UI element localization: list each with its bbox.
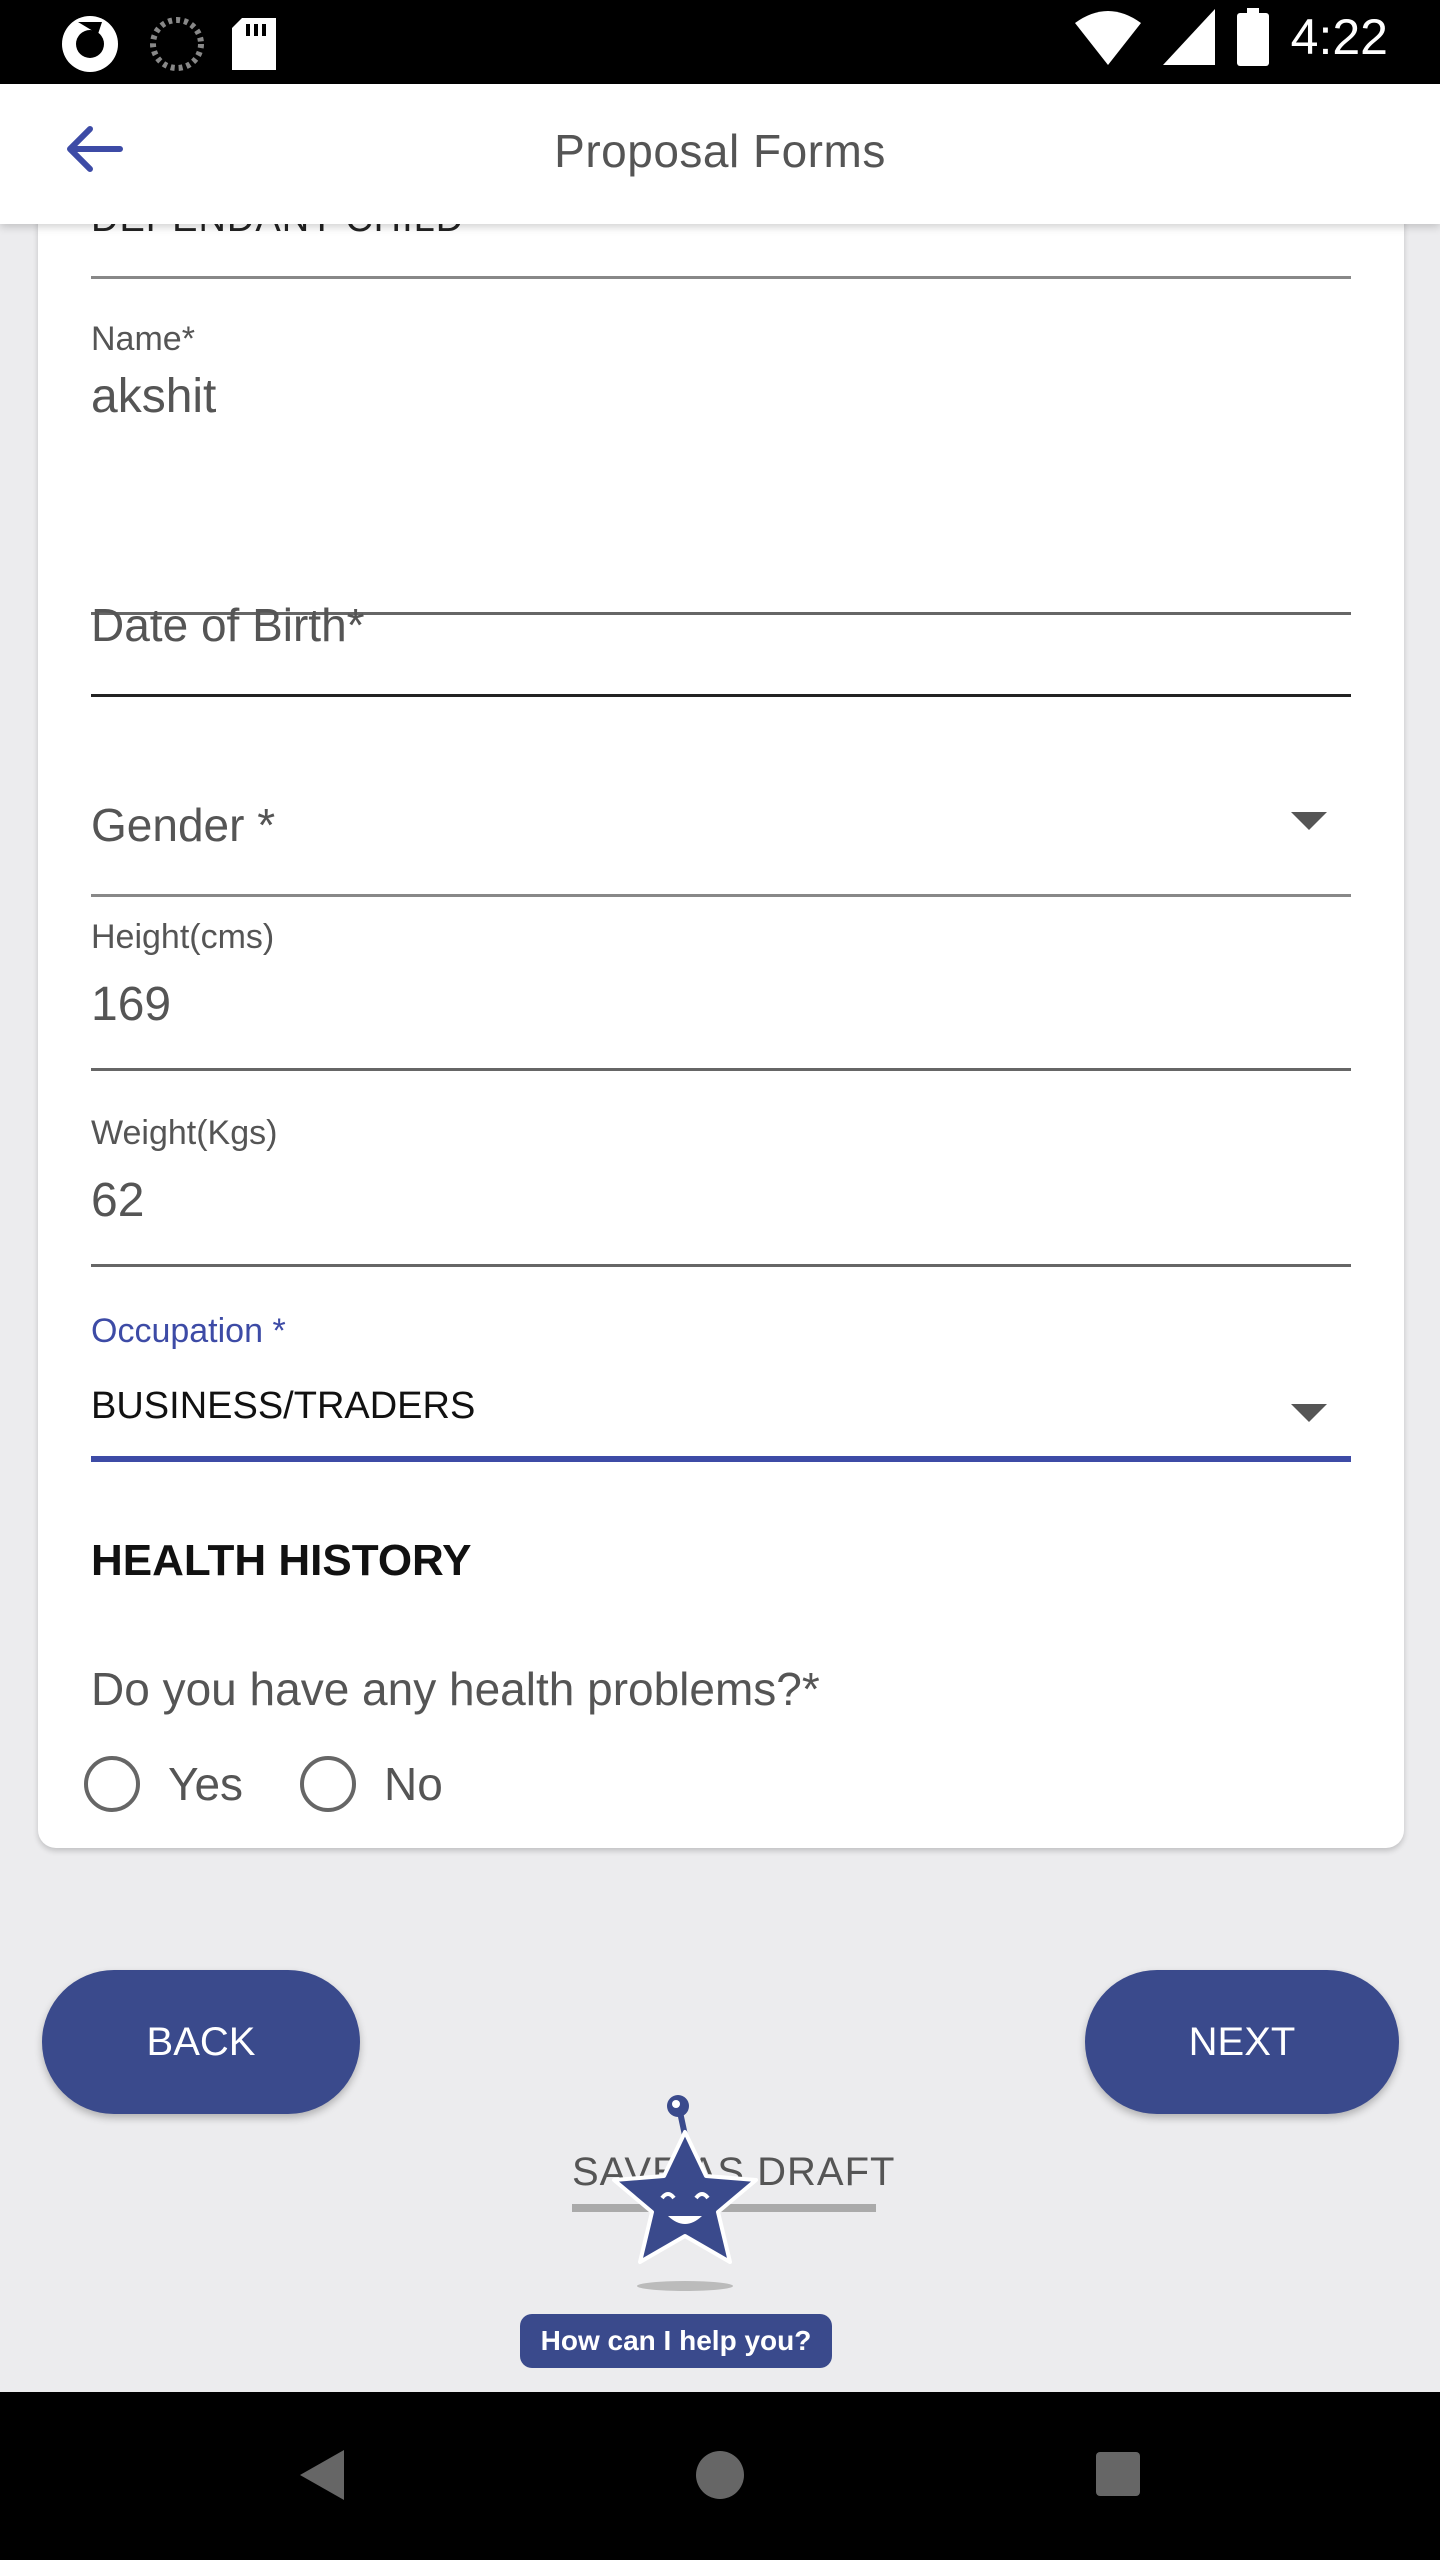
radio-yes-label: Yes bbox=[168, 1758, 244, 1810]
sync-icon bbox=[62, 16, 118, 72]
status-bar: 4:22 bbox=[0, 0, 1440, 84]
health-question: Do you have any health problems?* bbox=[91, 1663, 820, 1715]
battery-icon bbox=[1236, 8, 1269, 66]
radio-no[interactable]: No bbox=[300, 1756, 443, 1812]
weight-label: Weight(Kgs) bbox=[91, 1114, 278, 1152]
app-bar: Proposal Forms bbox=[0, 84, 1440, 224]
relationship-underline bbox=[91, 276, 1351, 279]
loading-icon bbox=[150, 17, 204, 71]
weight-input[interactable]: 62 bbox=[91, 1173, 1351, 1228]
chevron-down-icon bbox=[1291, 1404, 1327, 1422]
proposal-form-card: DEPENDANT CHILD Name* akshit Date of Bir… bbox=[38, 180, 1404, 1848]
height-field[interactable]: Height(cms) 169 bbox=[91, 918, 1351, 1078]
wifi-icon bbox=[1074, 11, 1141, 65]
gender-select[interactable]: Gender * bbox=[91, 798, 1351, 898]
nav-back-icon[interactable] bbox=[300, 2450, 344, 2500]
back-button[interactable]: BACK bbox=[42, 1970, 360, 2114]
occupation-select[interactable]: Occupation * BUSINESS/TRADERS bbox=[91, 1312, 1351, 1462]
save-as-draft[interactable]: SAVE AS DRAFT How can I help you? bbox=[520, 2090, 940, 2370]
signal-icon bbox=[1162, 9, 1215, 65]
system-nav-bar bbox=[0, 2392, 1440, 2560]
gender-placeholder: Gender * bbox=[91, 799, 276, 851]
radio-yes[interactable]: Yes bbox=[84, 1756, 243, 1812]
nav-home-icon[interactable] bbox=[695, 2450, 745, 2500]
next-button[interactable]: NEXT bbox=[1085, 1970, 1399, 2114]
star-mascot-icon[interactable] bbox=[610, 2090, 760, 2300]
occupation-label: Occupation * bbox=[91, 1312, 286, 1350]
occupation-value: BUSINESS/TRADERS bbox=[91, 1385, 476, 1427]
chevron-down-icon bbox=[1291, 812, 1327, 830]
page-title: Proposal Forms bbox=[554, 125, 886, 177]
weight-field[interactable]: Weight(Kgs) 62 bbox=[91, 1114, 1351, 1274]
sd-card-icon bbox=[232, 18, 276, 70]
health-history-heading: HEALTH HISTORY bbox=[91, 1536, 472, 1585]
date-of-birth-field[interactable]: Date of Birth* bbox=[91, 598, 1351, 698]
radio-no-circle[interactable] bbox=[300, 1756, 356, 1812]
name-label: Name* bbox=[91, 320, 195, 358]
date-of-birth-placeholder: Date of Birth* bbox=[91, 599, 365, 651]
name-input[interactable]: akshit bbox=[91, 369, 1351, 424]
status-time: 4:22 bbox=[1290, 9, 1388, 65]
height-input[interactable]: 169 bbox=[91, 977, 1351, 1032]
nav-recents-icon[interactable] bbox=[1096, 2452, 1140, 2496]
help-chat-button[interactable]: How can I help you? bbox=[520, 2314, 832, 2368]
radio-yes-circle[interactable] bbox=[84, 1756, 140, 1812]
radio-no-label: No bbox=[384, 1758, 443, 1810]
name-field[interactable]: Name* akshit bbox=[91, 320, 1351, 615]
height-label: Height(cms) bbox=[91, 918, 275, 956]
